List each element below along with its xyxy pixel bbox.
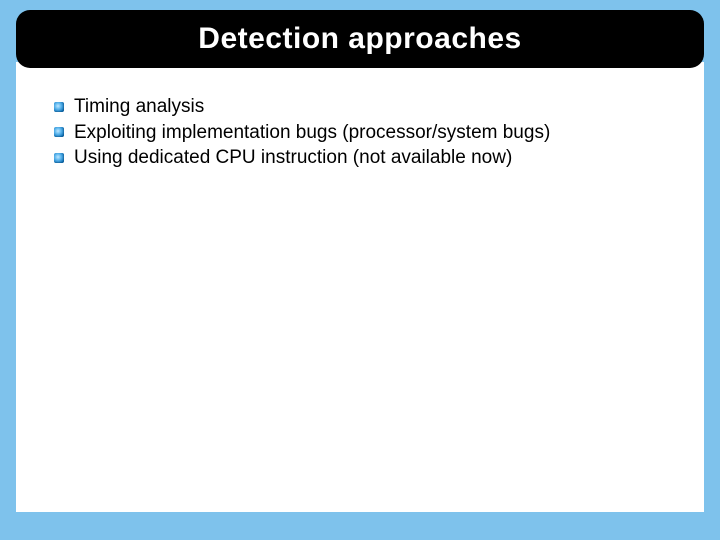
bullet-icon: [54, 153, 64, 163]
title-bar: Detection approaches: [16, 10, 704, 68]
bullet-text: Timing analysis: [74, 94, 204, 120]
bullet-text: Using dedicated CPU instruction (not ava…: [74, 145, 512, 171]
bullet-icon: [54, 127, 64, 137]
list-item: Timing analysis: [54, 94, 690, 120]
bullet-list: Timing analysis Exploiting implementatio…: [54, 94, 690, 171]
list-item: Exploiting implementation bugs (processo…: [54, 120, 690, 146]
slide-title: Detection approaches: [198, 22, 521, 56]
list-item: Using dedicated CPU instruction (not ava…: [54, 145, 690, 171]
bullet-text: Exploiting implementation bugs (processo…: [74, 120, 550, 146]
slide: Detection approaches Timing analysis Exp…: [0, 0, 720, 540]
bullet-icon: [54, 102, 64, 112]
